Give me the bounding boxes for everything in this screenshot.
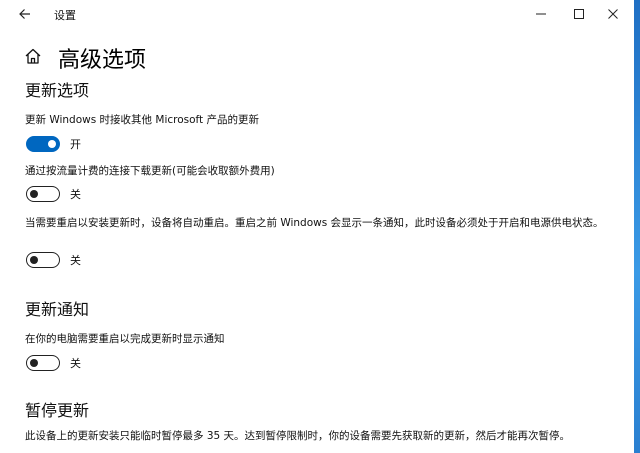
receive-other-updates-label: 更新 Windows 时接收其他 Microsoft 产品的更新 [25, 114, 260, 126]
minimize-button[interactable] [526, 4, 556, 24]
update-notifications-heading: 更新通知 [25, 300, 90, 319]
auto-restart-label: 当需要重启以安装更新时，设备将自动重启。重启之前 Windows 会显示一条通知… [25, 217, 604, 229]
pause-updates-description: 此设备上的更新安装只能临时暂停最多 35 天。达到暂停限制时，你的设备需要先获取… [25, 430, 571, 442]
back-button[interactable] [14, 5, 36, 23]
auto-restart-toggle[interactable] [26, 252, 60, 268]
toggle-state-label: 关 [70, 254, 81, 267]
toggle-state-label: 关 [70, 357, 81, 370]
toggle-knob [30, 255, 38, 264]
pause-updates-heading: 暂停更新 [25, 401, 90, 420]
receive-other-updates-row: 开 [26, 136, 81, 152]
close-icon [608, 9, 618, 19]
toggle-knob [48, 139, 56, 148]
metered-download-row: 关 [26, 186, 81, 202]
minimize-icon [536, 13, 546, 15]
toggle-knob [30, 358, 38, 367]
toggle-state-label: 关 [70, 188, 81, 201]
arrow-left-icon [19, 9, 30, 19]
window-title: 设置 [54, 9, 76, 22]
toggle-knob [30, 189, 38, 198]
close-button[interactable] [598, 4, 628, 24]
settings-window: 设置 高级选项 更新选项 更新 Windows 时接收其他 Microsoft … [0, 0, 634, 453]
maximize-icon [574, 9, 584, 19]
home-icon[interactable] [24, 47, 42, 65]
toggle-state-label: 开 [70, 138, 81, 151]
update-options-heading: 更新选项 [25, 81, 90, 100]
metered-download-label: 通过按流量计费的连接下载更新(可能会收取额外费用) [25, 165, 275, 177]
maximize-button[interactable] [564, 4, 594, 24]
restart-notification-label: 在你的电脑需要重启以完成更新时显示通知 [25, 333, 225, 345]
metered-download-toggle[interactable] [26, 186, 60, 202]
auto-restart-row: 关 [26, 252, 81, 268]
restart-notification-toggle[interactable] [26, 355, 60, 371]
title-bar: 设置 [0, 0, 634, 29]
page-title: 高级选项 [58, 48, 147, 73]
restart-notification-row: 关 [26, 355, 81, 371]
desktop-background [634, 0, 640, 453]
receive-other-updates-toggle[interactable] [26, 136, 60, 152]
